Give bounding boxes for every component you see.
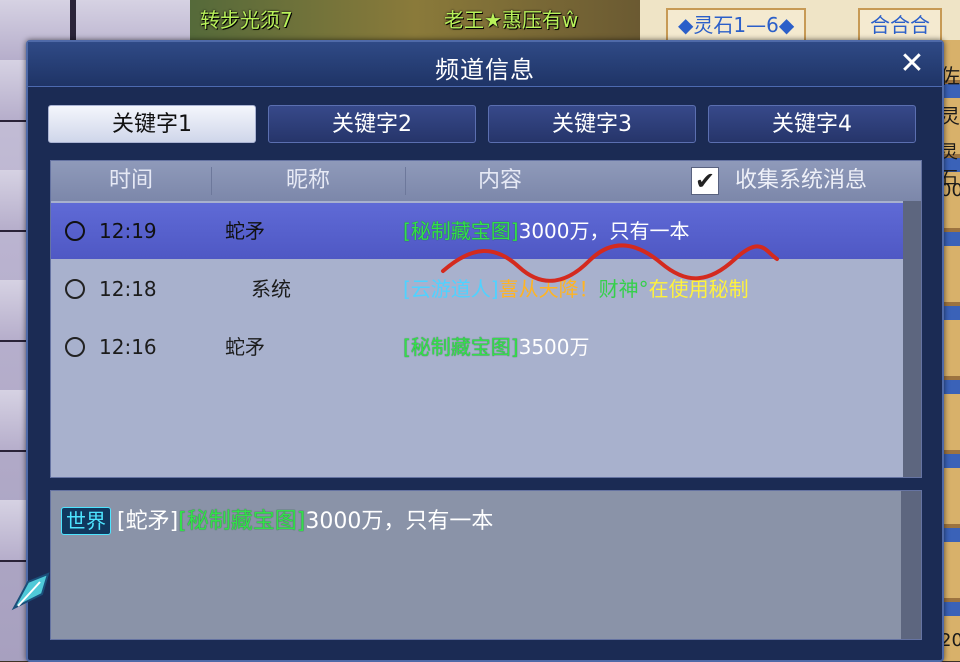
table-row[interactable]: 12:18 系统 [云游道人]喜从天降！财神°在使用秘制 bbox=[51, 261, 903, 317]
radio-button[interactable] bbox=[65, 279, 85, 299]
background-tab: ◆灵石1—6◆ bbox=[666, 8, 807, 42]
row-time: 12:19 bbox=[99, 219, 157, 243]
tab-keyword-1[interactable]: 关键字1 bbox=[48, 105, 256, 143]
player-name-tag: 转步光须7 bbox=[200, 8, 293, 32]
collect-system-label: 收集系统消息 bbox=[735, 168, 868, 193]
message-list-panel: 时间 昵称 内容 ✔ 收集系统消息 12:19 蛇矛 [秘制藏宝图]3000万，… bbox=[50, 160, 922, 478]
message-text: 3000万，只有一本 bbox=[305, 509, 494, 534]
message-text: 3000万，只有一本 bbox=[518, 219, 690, 243]
channel-badge: 世界 bbox=[61, 507, 111, 535]
tab-keyword-4[interactable]: 关键字4 bbox=[708, 105, 916, 143]
item-link[interactable]: [秘制藏宝图] bbox=[178, 509, 305, 534]
row-nickname: 蛇矛 bbox=[225, 219, 265, 243]
list-scrollbar[interactable] bbox=[903, 201, 921, 477]
collect-system-checkbox[interactable]: ✔ bbox=[691, 167, 719, 195]
table-row[interactable]: 12:19 蛇矛 [秘制藏宝图]3000万，只有一本 bbox=[51, 203, 903, 259]
detail-scrollbar[interactable] bbox=[901, 491, 921, 639]
header-time: 时间 bbox=[108, 168, 153, 193]
channel-info-dialog: 频道信息 ✕ 关键字1 关键字2 关键字3 关键字4 时间 昵称 内容 ✔ 收集… bbox=[26, 40, 944, 662]
row-content: [秘制藏宝图]3500万 bbox=[403, 319, 903, 375]
row-content: [秘制藏宝图]3000万，只有一本 bbox=[403, 203, 903, 259]
keyword-tabs: 关键字1 关键字2 关键字3 关键字4 bbox=[48, 105, 928, 145]
tab-keyword-2[interactable]: 关键字2 bbox=[268, 105, 476, 143]
list-header: 时间 昵称 内容 ✔ 收集系统消息 bbox=[51, 161, 921, 201]
message-text: 财神° bbox=[598, 277, 649, 301]
dialog-titlebar: 频道信息 ✕ bbox=[28, 42, 942, 87]
message-text: 在使用秘制 bbox=[648, 277, 749, 301]
item-link[interactable]: [秘制藏宝图] bbox=[403, 219, 519, 243]
player-name-tag: 老王★惠压有ŵ bbox=[444, 8, 579, 32]
message-detail-panel: 世界 [蛇矛][秘制藏宝图]3000万，只有一本 bbox=[50, 490, 922, 640]
row-nickname: 系统 bbox=[251, 277, 291, 301]
background-tab: 合合合 bbox=[858, 8, 942, 42]
dialog-title: 频道信息 bbox=[435, 56, 535, 84]
tab-keyword-3[interactable]: 关键字3 bbox=[488, 105, 696, 143]
row-nickname: 蛇矛 bbox=[225, 335, 265, 359]
message-text: 喜从天降！ bbox=[498, 277, 599, 301]
speaker-name[interactable]: [蛇矛] bbox=[117, 509, 178, 534]
radio-button[interactable] bbox=[65, 221, 85, 241]
message-text: 3500万 bbox=[518, 335, 590, 359]
detail-message: 世界 [蛇矛][秘制藏宝图]3000万，只有一本 bbox=[61, 503, 493, 535]
npc-link[interactable]: [云游道人] bbox=[403, 277, 499, 301]
table-row[interactable]: 12:16 蛇矛 [秘制藏宝图]3500万 bbox=[51, 319, 903, 375]
row-content: [云游道人]喜从天降！财神°在使用秘制 bbox=[403, 261, 903, 317]
close-icon[interactable]: ✕ bbox=[896, 48, 928, 80]
row-time: 12:16 bbox=[99, 335, 157, 359]
item-link[interactable]: [秘制藏宝图] bbox=[403, 335, 519, 359]
radio-button[interactable] bbox=[65, 337, 85, 357]
header-content: 内容 bbox=[477, 168, 522, 193]
header-nickname: 昵称 bbox=[285, 168, 330, 193]
row-time: 12:18 bbox=[99, 277, 157, 301]
